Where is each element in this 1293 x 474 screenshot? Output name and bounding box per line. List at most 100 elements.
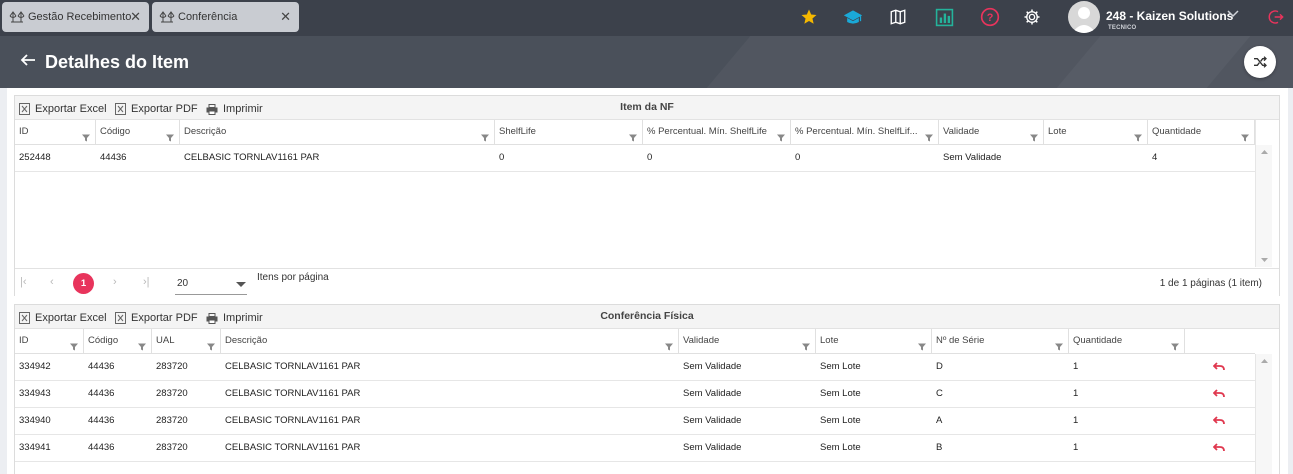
table-row[interactable]: 334942 44436 283720 CELBASIC TORNLAV1161 PA… (15, 354, 1255, 381)
filter-icon[interactable] (1134, 128, 1142, 145)
table-cell: CELBASIC TORNLAV1161 PAR (225, 415, 361, 426)
star-icon[interactable] (798, 6, 820, 28)
filter-icon[interactable] (802, 337, 810, 354)
filter-icon[interactable] (1055, 337, 1063, 354)
back-arrow-icon[interactable] (20, 52, 36, 73)
table-cell: 44436 (100, 152, 127, 163)
filter-icon[interactable] (70, 337, 78, 354)
actions-column-header (1185, 329, 1255, 354)
column-header[interactable]: Código (96, 120, 180, 145)
scale-icon (9, 10, 25, 24)
table-cell: 252448 (19, 152, 51, 163)
tab-conferencia[interactable]: Conferência ✕ (152, 2, 299, 32)
map-icon[interactable] (887, 6, 909, 28)
vertical-scrollbar[interactable] (1255, 354, 1272, 474)
table-cell (1044, 145, 1048, 171)
filter-icon[interactable] (1241, 128, 1249, 145)
page-size-select[interactable]: 20 (175, 273, 247, 295)
conferencia-fisica-grid: Exportar Excel Exportar PDF Imprimir Con… (14, 304, 1280, 474)
filter-icon[interactable] (207, 337, 215, 354)
top-bar: Gestão Recebimento ✕ Conferência ✕ ? 248… (0, 0, 1293, 36)
table-row[interactable]: 252448 44436 CELBASIC TORNLAV1161 PAR 0 0 0 Se… (15, 145, 1255, 172)
undo-icon[interactable] (1212, 443, 1225, 456)
table-row[interactable]: 334941 44436 283720 CELBASIC TORNLAV1161 PA… (15, 435, 1255, 462)
column-header[interactable]: Quantidade (1069, 329, 1185, 354)
column-header[interactable]: Lote (1044, 120, 1148, 145)
filter-icon[interactable] (166, 128, 174, 145)
tab-label: Conferência (178, 11, 238, 23)
filter-icon[interactable] (629, 128, 637, 145)
column-label: Código (88, 335, 119, 346)
filter-icon[interactable] (777, 128, 785, 145)
table-cell: CELBASIC TORNLAV1161 PAR (225, 388, 361, 399)
chart-icon[interactable] (933, 6, 955, 28)
tab-gestao-recebimento[interactable]: Gestão Recebimento ✕ (2, 2, 149, 32)
table-cell: Sem Lote (820, 415, 861, 426)
table-cell: 1 (1073, 361, 1079, 372)
column-header[interactable]: ShelfLife (495, 120, 643, 145)
avatar[interactable] (1068, 1, 1100, 33)
column-label: UAL (156, 335, 175, 346)
prev-page-icon[interactable]: ‹ (50, 276, 54, 288)
undo-icon[interactable] (1212, 389, 1225, 402)
table-cell: 44436 (88, 415, 115, 426)
close-icon[interactable]: ✕ (280, 9, 291, 25)
shuffle-button[interactable] (1244, 46, 1276, 78)
column-header[interactable]: ID (15, 120, 96, 145)
undo-icon[interactable] (1212, 416, 1225, 429)
column-header[interactable]: Descrição (180, 120, 495, 145)
pager: |‹ ‹ 1 › ›| 20 Itens por página 1 de 1 p… (15, 268, 1279, 296)
column-header[interactable]: % Percentual. Mín. ShelfLif... (791, 120, 939, 145)
column-header[interactable]: Código (84, 329, 152, 354)
filter-icon[interactable] (1171, 337, 1179, 354)
user-name[interactable]: 248 - Kaizen Solutions (1106, 9, 1233, 23)
next-page-icon[interactable]: › (113, 276, 117, 288)
undo-icon[interactable] (1212, 362, 1225, 375)
column-header[interactable]: Quantidade (1148, 120, 1255, 145)
filter-icon[interactable] (481, 128, 489, 145)
column-header[interactable]: UAL (152, 329, 221, 354)
filter-icon[interactable] (665, 337, 673, 354)
close-icon[interactable]: ✕ (130, 9, 141, 25)
table-cell: 283720 (156, 415, 188, 426)
current-page-button[interactable]: 1 (73, 273, 94, 294)
table-cell: 334941 (19, 442, 51, 453)
grid-toolbar: Exportar Excel Exportar PDF Imprimir Ite… (15, 96, 1279, 120)
table-cell: Sem Lote (820, 361, 861, 372)
graduation-cap-icon[interactable] (842, 6, 864, 28)
last-page-icon[interactable]: ›| (143, 276, 150, 288)
table-cell: CELBASIC TORNLAV1161 PAR (184, 152, 320, 163)
help-icon[interactable]: ? (979, 6, 1001, 28)
table-row[interactable]: 334940 44436 283720 CELBASIC TORNLAV1161 PA… (15, 408, 1255, 435)
gear-icon[interactable] (1021, 6, 1043, 28)
grid-title: Conferência Física (600, 310, 694, 322)
column-header[interactable]: ID (15, 329, 84, 354)
table-cell: A (936, 415, 943, 426)
filter-icon[interactable] (138, 337, 146, 354)
vertical-scrollbar[interactable] (1255, 145, 1272, 267)
column-header[interactable]: Validade (679, 329, 816, 354)
filter-icon[interactable] (925, 128, 933, 145)
scale-icon (159, 10, 175, 24)
shuffle-icon (1254, 56, 1267, 68)
filter-icon[interactable] (82, 128, 90, 145)
column-header[interactable]: % Percentual. Mín. ShelfLife (643, 120, 791, 145)
table-cell: 334940 (19, 415, 51, 426)
grid-title: Item da NF (620, 101, 674, 113)
column-label: ID (19, 126, 29, 137)
column-header[interactable]: Lote (816, 329, 932, 354)
chevron-down-icon[interactable] (1227, 8, 1239, 23)
column-header[interactable]: Validade (939, 120, 1044, 145)
table-cell: B (936, 442, 943, 453)
column-label: % Percentual. Mín. ShelfLif... (795, 126, 918, 137)
column-label: Descrição (225, 335, 268, 346)
table-cell: 0 (795, 152, 801, 163)
filter-icon[interactable] (1030, 128, 1038, 145)
filter-icon[interactable] (918, 337, 926, 354)
table-row[interactable]: 334943 44436 283720 CELBASIC TORNLAV1161 PA… (15, 381, 1255, 408)
column-header[interactable]: Nº de Série (932, 329, 1069, 354)
per-page-label: Itens por página (257, 272, 329, 283)
column-header[interactable]: Descrição (221, 329, 679, 354)
first-page-icon[interactable]: |‹ (20, 276, 27, 288)
logout-icon[interactable] (1265, 6, 1287, 28)
